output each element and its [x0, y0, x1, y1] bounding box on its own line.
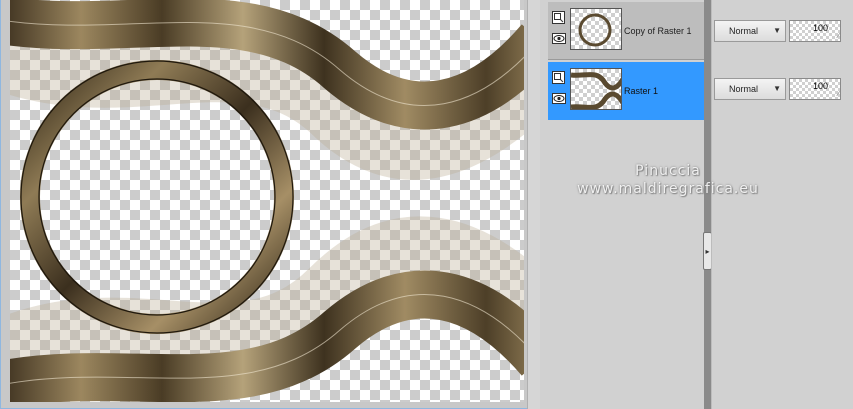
layers-panel: Copy of Raster 1 Raster 1 ▸ Normal ▼ 100…: [540, 0, 853, 409]
ring: [20, 60, 294, 334]
vertical-scrollbar[interactable]: [527, 0, 540, 409]
eye-icon[interactable]: [551, 31, 566, 46]
layer-row-copy-of-raster-1[interactable]: Copy of Raster 1: [548, 2, 704, 60]
blend-mode-select[interactable]: Normal ▼: [714, 78, 786, 100]
layer-name: Raster 1: [624, 86, 659, 96]
opacity-value: 100: [812, 81, 828, 91]
opacity-field[interactable]: 100 ∕: [789, 78, 841, 100]
chevron-down-icon: ▼: [773, 26, 781, 35]
app-window: Copy of Raster 1 Raster 1 ▸ Normal ▼ 100…: [0, 0, 853, 409]
blend-mode-value: Normal: [729, 26, 759, 36]
layer-type-icon[interactable]: [551, 10, 566, 25]
canvas-area: [0, 0, 540, 409]
opacity-field[interactable]: 100 ∕: [789, 20, 841, 42]
resize-grip-icon: ∕: [837, 33, 839, 40]
resize-grip-icon: ∕: [837, 91, 839, 98]
column-divider: [711, 0, 712, 409]
watermark-line-1: Pinuccia: [635, 163, 701, 179]
opacity-value: 100: [812, 23, 828, 33]
layer-name: Copy of Raster 1: [624, 26, 692, 36]
layer-row-raster-1[interactable]: Raster 1: [548, 62, 704, 120]
watermark: Pinuccia www.maldiregrafica.eu: [568, 163, 768, 197]
layer-icons: [551, 70, 567, 112]
artwork: [10, 0, 524, 402]
chevron-down-icon: ▼: [773, 84, 781, 93]
ring-inner-edge: [38, 78, 276, 316]
panel-splitter[interactable]: [704, 0, 711, 409]
blend-mode-select[interactable]: Normal ▼: [714, 20, 786, 42]
watermark-line-2: www.maldiregrafica.eu: [577, 181, 759, 197]
document-canvas[interactable]: [10, 0, 524, 402]
eye-icon[interactable]: [551, 91, 566, 106]
layer-icons: [551, 10, 567, 52]
layer-type-icon[interactable]: [551, 70, 566, 85]
blend-mode-value: Normal: [729, 84, 759, 94]
layer-thumbnail[interactable]: [570, 8, 622, 50]
layer-thumbnail[interactable]: [570, 68, 622, 110]
